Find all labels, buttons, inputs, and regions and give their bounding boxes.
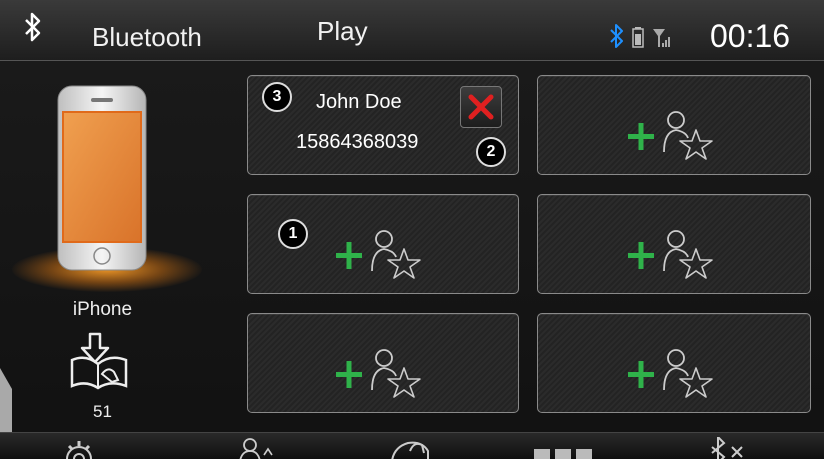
add-favourite-icon	[336, 230, 421, 279]
contact-name: John Doe	[316, 91, 402, 113]
favourite-slot-4[interactable]	[537, 194, 811, 294]
battery-icon	[632, 27, 644, 48]
phone-image	[57, 85, 147, 271]
delete-favourite-button[interactable]	[460, 86, 502, 128]
contact-number: 15864368039	[296, 131, 419, 153]
page-title: Bluetooth	[92, 22, 202, 52]
close-icon	[468, 94, 494, 120]
device-name: iPhone	[72, 299, 133, 320]
phonebook-download-icon[interactable]	[68, 330, 132, 394]
contacts-icon[interactable]	[238, 437, 278, 459]
bluetooth-favourites-screen: Bluetooth Play 00:16 iPhone 51 John Doe …	[0, 0, 824, 459]
favourite-slot-2[interactable]	[537, 75, 811, 175]
callout-1: 1	[278, 219, 308, 249]
contacts-count: 51	[93, 402, 112, 421]
add-favourite-icon	[628, 349, 713, 398]
add-favourite-icon	[628, 230, 713, 279]
status-bar: Bluetooth Play 00:16	[0, 0, 824, 61]
signal-icon	[653, 29, 670, 47]
status-icons	[610, 24, 670, 48]
callout-2: 2	[476, 137, 506, 167]
bluetooth-off-icon[interactable]	[706, 437, 750, 459]
callout-3: 3	[262, 82, 292, 112]
tab-play[interactable]: Play	[317, 16, 368, 47]
settings-icon[interactable]	[62, 437, 96, 459]
add-favourite-icon	[336, 349, 421, 398]
bluetooth-icon[interactable]	[24, 12, 42, 42]
favourite-slot-6[interactable]	[537, 313, 811, 413]
favourite-slot-5[interactable]	[247, 313, 519, 413]
clock: 00:16	[710, 18, 791, 54]
connected-device-panel[interactable]: iPhone 51	[0, 62, 205, 432]
bottom-nav	[0, 432, 824, 459]
add-favourite-icon	[628, 111, 713, 160]
call-log-icon[interactable]	[384, 437, 436, 459]
dialpad-icon[interactable]	[530, 437, 600, 459]
bluetooth-icon	[610, 24, 623, 48]
